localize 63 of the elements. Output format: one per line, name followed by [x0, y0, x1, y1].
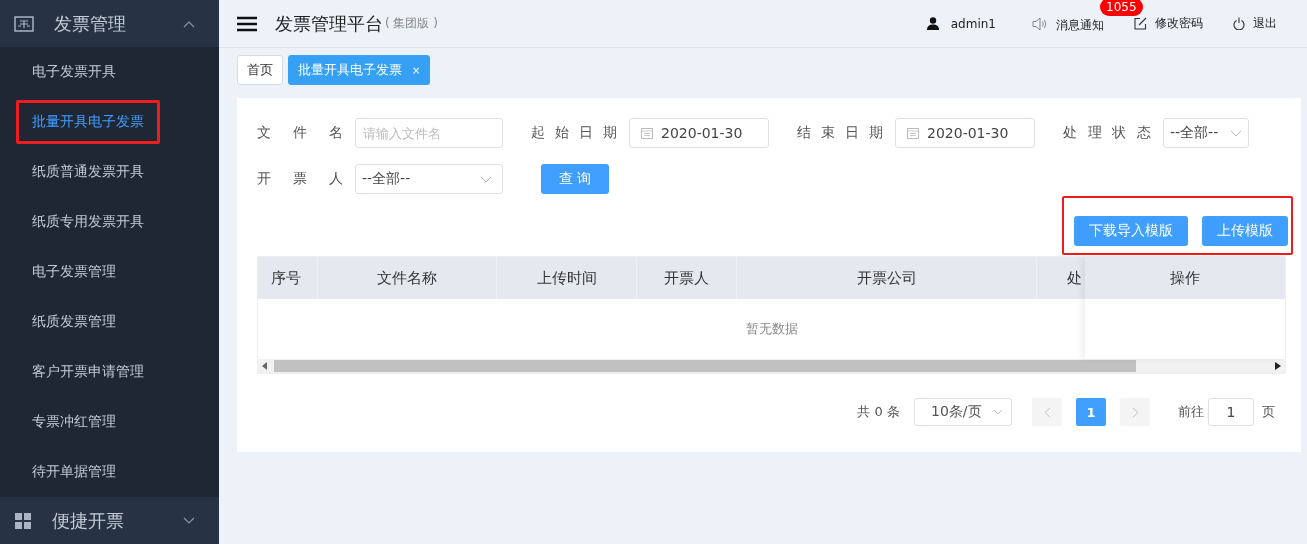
- calendar-icon: [641, 127, 653, 139]
- chevron-right-icon: [1131, 406, 1139, 418]
- page-size-select[interactable]: 10条/页: [914, 398, 1012, 426]
- caret-icon: [183, 516, 195, 525]
- speaker-icon: [1032, 16, 1048, 31]
- sidebar-item[interactable]: 纸质普通发票开具: [16, 150, 160, 194]
- power-icon: [1233, 17, 1245, 30]
- app-title: 发票管理平台: [275, 11, 383, 36]
- column-header: 上传时间: [536, 268, 597, 288]
- menu-group-header[interactable]: 便捷开票: [0, 497, 219, 544]
- caret-icon: [183, 19, 195, 28]
- notification-badge: 1055: [1100, 0, 1143, 16]
- page-suffix: 页: [1262, 403, 1275, 421]
- sidebar-item[interactable]: 批量开具电子发票: [16, 100, 160, 144]
- horizontal-scrollbar[interactable]: [258, 359, 1285, 373]
- grid-icon: [14, 511, 32, 530]
- edition-label: ( 集团版 ): [385, 15, 438, 32]
- date-field[interactable]: 2020-01-30: [895, 118, 1035, 148]
- field-label: 起始日期: [531, 124, 617, 142]
- sidebar-item[interactable]: 专票冲红管理: [16, 400, 132, 444]
- empty-message: 暂无数据: [745, 320, 798, 338]
- select-field[interactable]: --全部--: [355, 164, 503, 194]
- sidebar-item[interactable]: 纸质发票管理: [16, 300, 132, 344]
- right-arrow-icon[interactable]: [1275, 362, 1281, 370]
- column-header: 处: [1067, 268, 1082, 288]
- total-count: 共 0 条: [857, 403, 900, 421]
- sidebar-item[interactable]: 待开单据管理: [16, 450, 132, 494]
- page-tab[interactable]: 首页: [237, 55, 283, 85]
- sidebar-item[interactable]: 电子发票开具: [16, 50, 132, 94]
- invoice-icon: [14, 15, 34, 32]
- menu-group-title: 发票管理: [54, 11, 127, 36]
- change-password-link[interactable]: 修改密码: [1155, 15, 1203, 32]
- goto-label: 前往: [1178, 403, 1204, 421]
- username[interactable]: admin1: [950, 16, 996, 31]
- menu-group-header[interactable]: 发票管理: [0, 0, 219, 47]
- chevron-icon: [993, 409, 1003, 415]
- page-input[interactable]: 1: [1208, 398, 1254, 426]
- column-header: 开票人: [664, 268, 709, 288]
- chevron-left-icon: [1043, 406, 1051, 418]
- edit-icon: [1134, 17, 1147, 30]
- sidebar-item[interactable]: 客户开票申请管理: [16, 350, 160, 394]
- date-field[interactable]: 2020-01-30: [629, 118, 769, 148]
- sidebar-item[interactable]: 电子发票管理: [16, 250, 132, 294]
- column-header: 序号: [271, 268, 301, 288]
- column-header: 文件名称: [377, 268, 437, 288]
- column-header: 开票公司: [856, 268, 917, 288]
- field-label: 处理状态: [1063, 124, 1151, 142]
- logout-link[interactable]: 退出: [1253, 15, 1277, 32]
- chevron-icon: [480, 175, 492, 183]
- column-header: 操作: [1170, 268, 1200, 288]
- input-field[interactable]: 请输入文件名: [355, 118, 503, 148]
- menu-icon[interactable]: [237, 15, 257, 32]
- chevron-icon: [1230, 129, 1242, 137]
- calendar-icon: [907, 127, 919, 139]
- field-label: 结束日期: [797, 124, 883, 142]
- notifications-link[interactable]: 消息通知: [1056, 17, 1104, 32]
- select-field[interactable]: --全部--: [1163, 118, 1249, 148]
- user-icon: [926, 17, 939, 30]
- menu-group-title: 便捷开票: [52, 508, 125, 533]
- left-arrow-icon[interactable]: [262, 362, 268, 370]
- sidebar-item[interactable]: 纸质专用发票开具: [16, 200, 160, 244]
- field-label: 开票人: [257, 170, 343, 188]
- field-label: 文件名: [257, 124, 343, 142]
